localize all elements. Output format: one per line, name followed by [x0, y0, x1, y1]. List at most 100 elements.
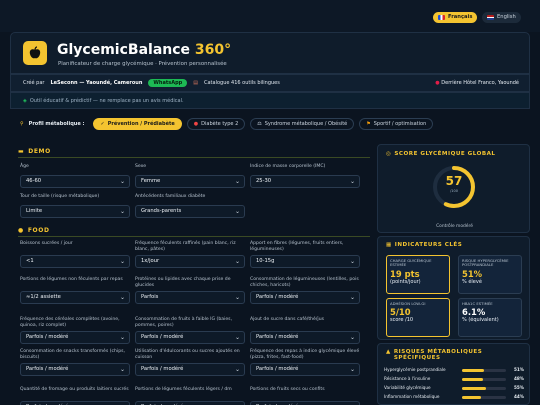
- chevron-down-icon: ⌄: [234, 334, 240, 341]
- app-title: GlycemicBalance 360°: [57, 42, 231, 58]
- profile-selector: ⚲ Profil métabolique : ✓ Prévention / Pré…: [10, 113, 530, 134]
- dropdown-select[interactable]: Parfois / modéré⌄: [135, 401, 245, 405]
- field-label: Portions de fruits secs ou confits: [250, 387, 325, 392]
- profile-prevention-pill[interactable]: ✓ Prévention / Prédiabète: [93, 117, 182, 130]
- chevron-down-icon: ⌄: [119, 294, 125, 301]
- dropdown-select[interactable]: Parfois / modéré ⌄: [135, 331, 245, 344]
- kpi-sub: % élevé: [462, 278, 482, 285]
- warning-banner: ◈ Outil éducatif & prédictif — ne rempla…: [10, 92, 530, 109]
- field-label: Consommation de snacks transformés (chip…: [20, 349, 125, 360]
- select-value: Femme: [141, 178, 161, 184]
- select-value: Parfois / modéré: [26, 334, 69, 340]
- lang-en-button[interactable]: English: [482, 12, 521, 23]
- dropdown-select[interactable]: 46-60 ⌄: [20, 175, 130, 188]
- runner-icon: ⚑: [366, 120, 371, 127]
- catalog-link[interactable]: Catalogue 416 outils bilingues: [204, 80, 280, 86]
- form-field: Portions de légumes féculents légers / d…: [135, 387, 245, 405]
- risk-bar-fill: [462, 396, 482, 399]
- app-title-accent: 360°: [194, 42, 232, 58]
- chevron-down-icon: ⌄: [349, 294, 355, 301]
- dropdown-select[interactable]: Parfois / modéré ⌄: [135, 363, 245, 376]
- ruler-icon: ▬: [18, 148, 25, 155]
- chevron-down-icon: ⌄: [234, 294, 240, 301]
- top-bar: Français English: [0, 0, 540, 32]
- field-label: Fréquence des céréales complètes (avoine…: [20, 317, 120, 328]
- profile-metabolic-pill[interactable]: ⚖ Syndrome métabolique / Obésité: [250, 117, 355, 130]
- dropdown-select[interactable]: Grands-parents ⌄: [135, 205, 245, 218]
- search-icon: ⚲: [20, 120, 24, 127]
- form-field: Fréquence des repas à indice glycémique …: [250, 349, 360, 376]
- info-bar: Créé par LeSeconn — Yaoundé, Cameroun Wh…: [10, 74, 530, 92]
- select-value: 25-30: [256, 178, 272, 184]
- warning-icon: ▲: [386, 349, 391, 355]
- chevron-down-icon: ⌄: [349, 178, 355, 185]
- select-value: 1x/jour: [141, 258, 160, 264]
- form-field: Sexe Femme ⌄: [135, 164, 245, 188]
- indicators-title-text: INDICATEURS CLÉS: [394, 242, 463, 248]
- profile-label: Profil métabolique :: [28, 120, 85, 127]
- dropdown-select[interactable]: 10-15g ⌄: [250, 255, 360, 268]
- dropdown-select[interactable]: Parfois / modéré⌄: [20, 331, 130, 344]
- lang-fr-button[interactable]: Français: [433, 12, 478, 23]
- chevron-down-icon: ⌄: [349, 366, 355, 373]
- form-field: Fréquence des céréales complètes (avoine…: [20, 317, 130, 344]
- chevron-down-icon: ⌄: [234, 366, 240, 373]
- lang-fr-label: Français: [448, 14, 473, 20]
- profile-diabetes-pill[interactable]: ● Diabète type 2: [186, 117, 246, 130]
- form-field: Consommation de légumineuses (lentilles,…: [250, 277, 360, 304]
- flag-fr-icon: [438, 15, 445, 20]
- kpi-value: 5/10: [390, 307, 411, 318]
- dropdown-select[interactable]: Parfois ⌄: [135, 291, 245, 304]
- score-title-text: SCORE GLYCÉMIQUE GLOBAL: [394, 151, 496, 157]
- scale-icon: ⚖: [257, 120, 262, 127]
- risk-row: Hyperglycémie postprandiale 51%: [384, 367, 524, 376]
- dropdown-select[interactable]: Parfois / modéré⌄: [20, 401, 130, 405]
- pin-icon: ●: [435, 80, 440, 86]
- risk-bar-fill: [462, 369, 485, 372]
- app-subtitle: Planificateur de charge glycémique · Pré…: [58, 61, 227, 67]
- indicators-title: ▦ INDICATEURS CLÉS: [386, 242, 462, 248]
- kpi-caption: HBA1C ESTIMÉE: [462, 301, 493, 306]
- select-value: 46-60: [26, 178, 42, 184]
- kpi-caption: CHARGE GLYCÉMIQUE ESTIMÉE: [390, 258, 432, 268]
- form-field: Antécédents familiaux diabète Grands-pare…: [135, 194, 245, 218]
- profile-sport-pill[interactable]: ⚑ Sportif / optimisation: [359, 117, 434, 130]
- indicators-panel: ▦ INDICATEURS CLÉS CHARGE GLYCÉMIQUE ESTI…: [377, 236, 530, 340]
- chevron-down-icon: ⌄: [119, 258, 125, 265]
- profile-option-label: Diabète type 2: [201, 120, 239, 127]
- dropdown-select[interactable]: ≈1/2 assiette ⌄: [20, 291, 130, 304]
- dropdown-select[interactable]: 1x/jour ⌄: [135, 255, 245, 268]
- field-label: Antécédents familiaux diabète: [135, 194, 206, 199]
- dropdown-select[interactable]: Femme ⌄: [135, 175, 245, 188]
- drop-icon: ●: [193, 120, 199, 127]
- dropdown-select[interactable]: 25-30 ⌄: [250, 175, 360, 188]
- author-name: LeSeconn — Yaoundé, Cameroun: [50, 80, 143, 86]
- apple-logo-icon: [23, 41, 47, 65]
- kpi-caption: RISQUE HYPERGLYCÉMIE POSTPRANDIALE: [462, 258, 509, 268]
- whatsapp-button[interactable]: WhatsApp: [148, 79, 188, 87]
- field-label: Quantité de fromage ou produits laitiers…: [20, 387, 129, 392]
- select-value: Parfois / modéré: [141, 366, 184, 372]
- form-field: Fréquence féculents raffinés (pain blanc…: [135, 241, 245, 268]
- kpi-value: 6.1%: [462, 307, 486, 318]
- dropdown-select[interactable]: Parfois / modéré⌄: [250, 363, 360, 376]
- select-value: Parfois / modéré: [256, 334, 299, 340]
- food-section-title: ● FOOD: [18, 227, 50, 234]
- select-value: 10-15g: [256, 258, 275, 264]
- dropdown-select[interactable]: Parfois / modéré⌄: [250, 401, 360, 405]
- chevron-down-icon: ⌄: [234, 208, 240, 215]
- dropdown-select[interactable]: Parfois / modéré⌄: [250, 291, 360, 304]
- dropdown-select[interactable]: Parfois / modéré⌄: [20, 363, 130, 376]
- food-divider: [18, 236, 370, 237]
- dropdown-select[interactable]: <1 ⌄: [20, 255, 130, 268]
- select-value: Parfois / modéré: [141, 334, 184, 340]
- form-field: Consommation de snacks transformés (chip…: [20, 349, 130, 376]
- lang-en-label: English: [497, 14, 516, 20]
- dropdown-select[interactable]: Limite ⌄: [20, 205, 130, 218]
- form-field: Âge 46-60 ⌄: [20, 164, 130, 188]
- dropdown-select[interactable]: Parfois / modéré⌄: [250, 331, 360, 344]
- risk-bar-fill: [462, 387, 487, 390]
- field-label: Tour de taille (risque métabolique): [20, 194, 100, 199]
- field-label: Fréquence des repas à indice glycémique …: [250, 349, 360, 360]
- profile-option-label: Prévention / Prédiabète: [107, 120, 175, 127]
